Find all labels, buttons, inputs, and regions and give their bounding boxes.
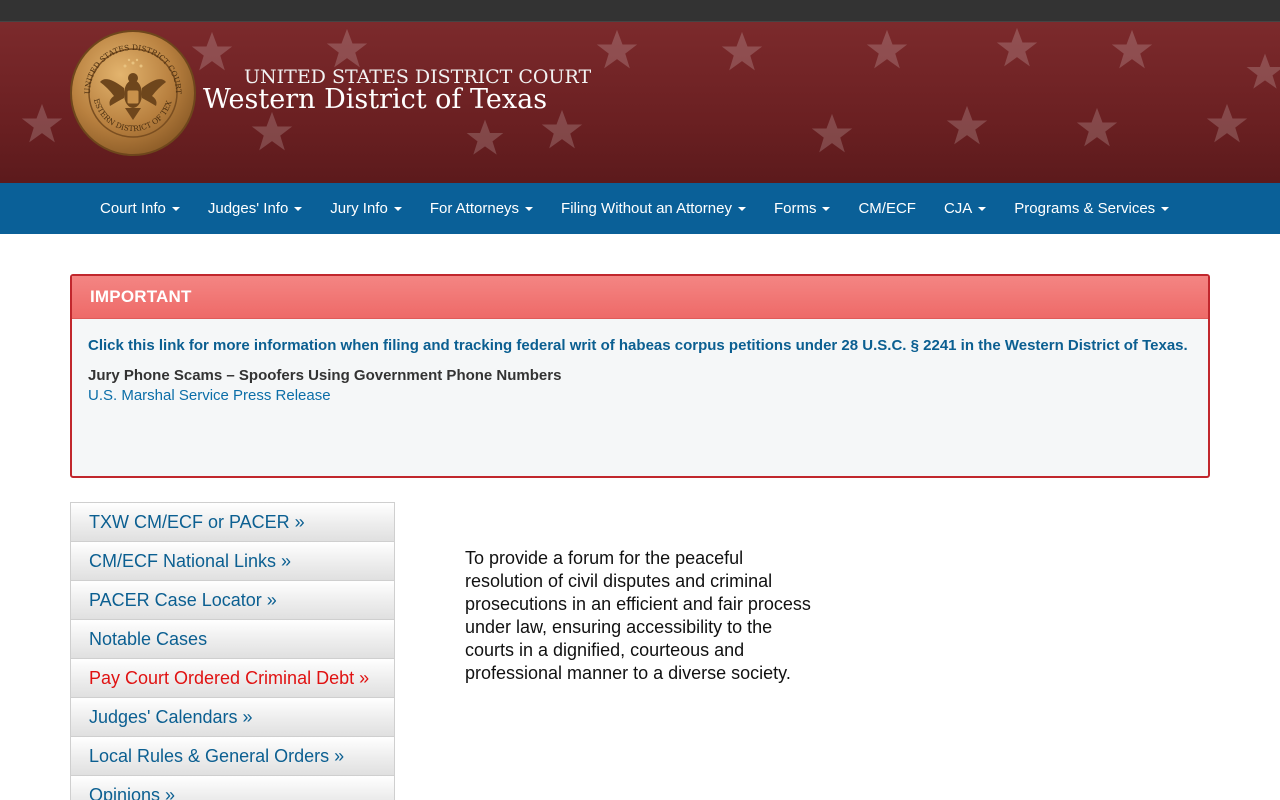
court-name-line2: Western District of Texas — [203, 84, 548, 115]
sidebar-item-local-rules[interactable]: Local Rules & General Orders » — [71, 737, 394, 776]
sidebar-item-notable-cases[interactable]: Notable Cases — [71, 620, 394, 659]
alert-header: IMPORTANT — [72, 276, 1208, 319]
main-nav: Court Info Judges' Info Jury Info For At… — [0, 183, 1280, 234]
habeas-corpus-info-link[interactable]: Click this link for more information whe… — [88, 335, 1192, 356]
star-icon — [191, 31, 233, 71]
sidebar-item-txw-cmecf-pacer[interactable]: TXW CM/ECF or PACER » — [71, 503, 394, 542]
caret-down-icon — [171, 206, 180, 211]
caret-down-icon — [393, 206, 402, 211]
star-icon — [946, 105, 988, 145]
sidebar-item-opinions[interactable]: Opinions » — [71, 776, 394, 800]
alert-title: IMPORTANT — [90, 287, 192, 306]
caret-down-icon — [737, 206, 746, 211]
nav-item-cja[interactable]: CJA — [930, 183, 1000, 234]
star-icon — [996, 27, 1038, 67]
sidebar-item-cmecf-national-links[interactable]: CM/ECF National Links » — [71, 542, 394, 581]
caret-down-icon — [1161, 206, 1170, 211]
mission-statement: To provide a forum for the peaceful reso… — [465, 548, 811, 683]
nav-item-filing-without-attorney[interactable]: Filing Without an Attorney — [547, 183, 760, 234]
important-alert-panel: IMPORTANT Click this link for more infor… — [70, 274, 1210, 478]
alert-body: Click this link for more information whe… — [72, 319, 1208, 404]
header-banner: UNITED STATES DISTRICT COURT WESTERN DIS… — [0, 22, 1280, 183]
star-icon — [466, 119, 504, 155]
top-bar — [0, 0, 1280, 22]
star-icon — [1246, 53, 1280, 89]
sidebar-item-judges-calendars[interactable]: Judges' Calendars » — [71, 698, 394, 737]
sidebar-item-pacer-case-locator[interactable]: PACER Case Locator » — [71, 581, 394, 620]
quick-links-sidebar: TXW CM/ECF or PACER » CM/ECF National Li… — [70, 502, 395, 800]
jury-scam-heading: Jury Phone Scams – Spoofers Using Govern… — [88, 367, 562, 384]
nav-list: Court Info Judges' Info Jury Info For At… — [86, 183, 1183, 234]
caret-down-icon — [822, 206, 831, 211]
star-icon — [596, 29, 638, 69]
nav-item-court-info[interactable]: Court Info — [86, 183, 194, 234]
star-icon — [1206, 103, 1248, 143]
nav-item-jury-info[interactable]: Jury Info — [316, 183, 416, 234]
star-icon — [1076, 107, 1118, 147]
nav-item-for-attorneys[interactable]: For Attorneys — [416, 183, 547, 234]
star-icon — [21, 103, 63, 143]
star-icon — [1111, 29, 1153, 69]
caret-down-icon — [294, 206, 303, 211]
star-icon — [866, 29, 908, 69]
marshal-press-release-link[interactable]: U.S. Marshal Service Press Release — [88, 387, 1192, 404]
nav-item-judges-info[interactable]: Judges' Info — [194, 183, 316, 234]
star-icon — [811, 113, 853, 153]
nav-item-cm-ecf[interactable]: CM/ECF — [844, 183, 930, 234]
star-icon — [721, 31, 763, 71]
nav-item-programs-services[interactable]: Programs & Services — [1000, 183, 1183, 234]
caret-down-icon — [978, 206, 987, 211]
sidebar-item-pay-criminal-debt[interactable]: Pay Court Ordered Criminal Debt » — [71, 659, 394, 698]
star-icon — [251, 111, 293, 151]
star-icon — [326, 28, 368, 68]
court-seal-icon: UNITED STATES DISTRICT COURT WESTERN DIS… — [70, 30, 196, 156]
caret-down-icon — [525, 206, 534, 211]
nav-item-forms[interactable]: Forms — [760, 183, 845, 234]
